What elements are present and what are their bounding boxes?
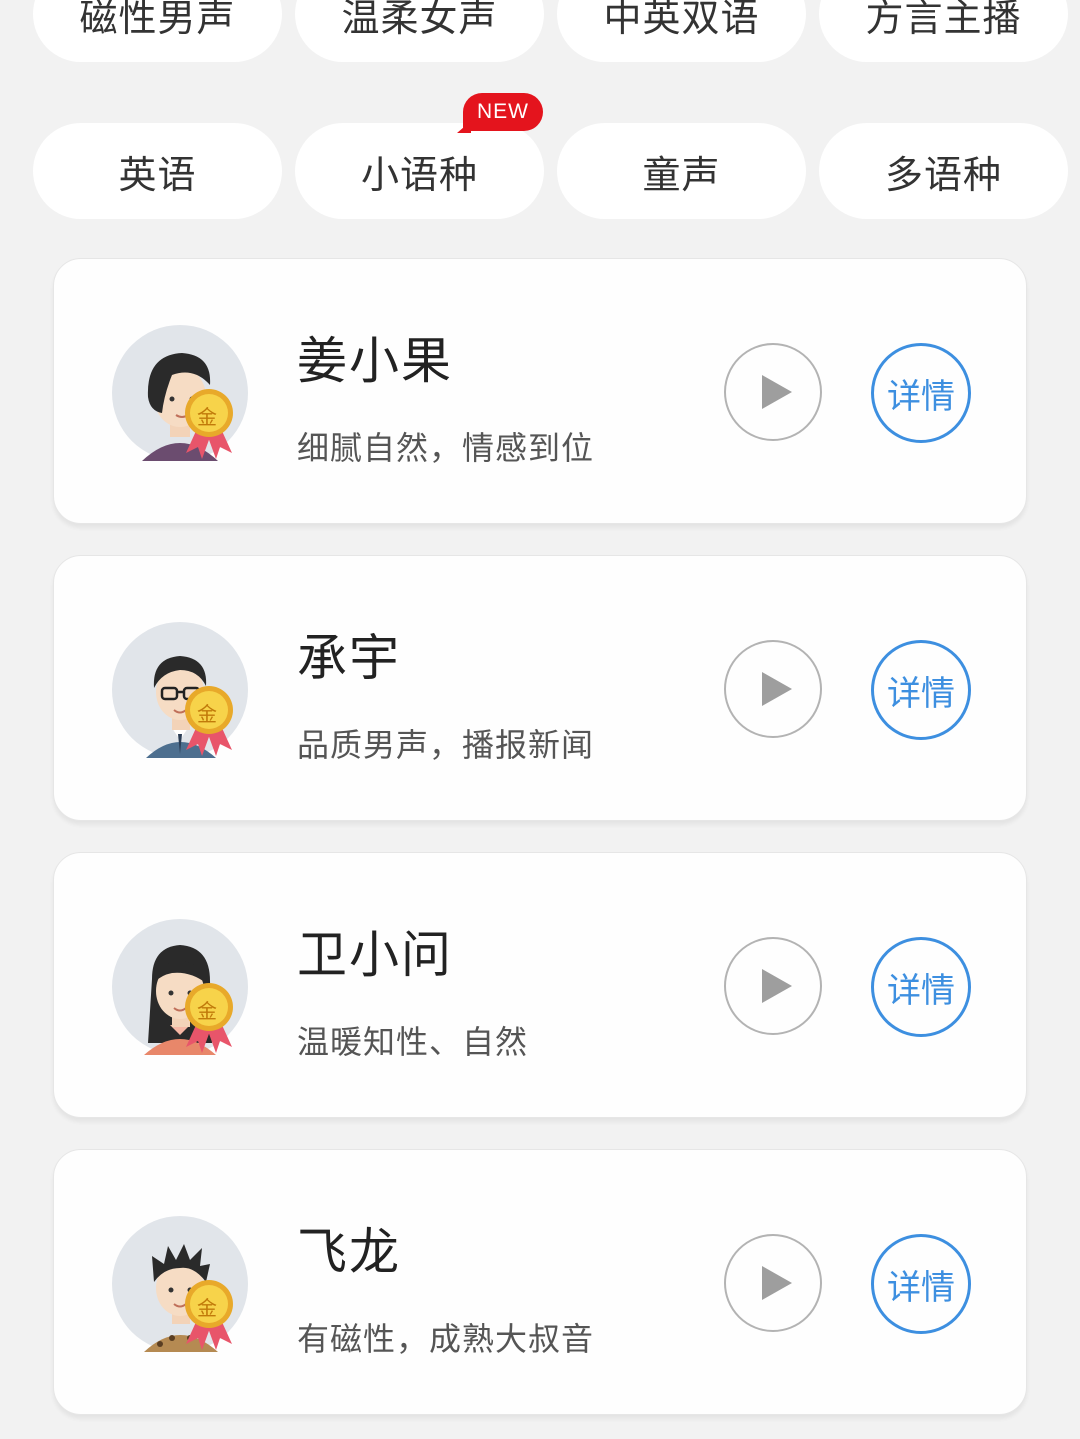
category-row-2: 英语 小语种 NEW 童声 多语种 bbox=[33, 93, 1068, 219]
voice-name: 飞龙 bbox=[297, 1223, 401, 1281]
voice-description: 温暖知性、自然 bbox=[297, 1023, 529, 1061]
voice-description: 有磁性，成熟大叔音 bbox=[297, 1320, 595, 1358]
voice-card[interactable]: 金 卫小问 温暖知性、自然 详情 bbox=[53, 852, 1027, 1118]
category-chip[interactable]: 童声 bbox=[557, 123, 806, 219]
category-chip[interactable]: 方言主播 bbox=[819, 0, 1068, 62]
detail-button[interactable]: 详情 bbox=[871, 937, 971, 1037]
category-chip[interactable]: 磁性男声 bbox=[33, 0, 282, 62]
female-short-hair-avatar: 金 bbox=[112, 325, 248, 461]
voice-card[interactable]: 金 承宇 品质男声，播报新闻 详情 bbox=[53, 555, 1027, 821]
play-icon bbox=[762, 375, 792, 409]
voice-name: 卫小问 bbox=[297, 926, 453, 984]
play-icon bbox=[762, 1266, 792, 1300]
male-spiky-hair-avatar: 金 bbox=[112, 1216, 248, 1352]
category-chip[interactable]: 温柔女声 bbox=[295, 0, 544, 62]
voice-name: 承宇 bbox=[297, 629, 401, 687]
detail-button[interactable]: 详情 bbox=[871, 1234, 971, 1334]
category-chip[interactable]: 英语 bbox=[33, 123, 282, 219]
female-long-hair-avatar: 金 bbox=[112, 919, 248, 1055]
male-glasses-avatar: 金 bbox=[112, 622, 248, 758]
category-chip[interactable]: 小语种 NEW bbox=[295, 93, 544, 219]
voice-description: 细腻自然，情感到位 bbox=[297, 429, 595, 467]
category-row-1: 磁性男声 温柔女声 中英双语 方言主播 bbox=[33, 0, 1068, 62]
play-icon bbox=[762, 969, 792, 1003]
gold-medal-text: 金 bbox=[197, 999, 217, 1023]
gold-medal-text: 金 bbox=[197, 702, 217, 726]
play-button[interactable] bbox=[724, 937, 822, 1035]
play-icon bbox=[762, 672, 792, 706]
play-button[interactable] bbox=[724, 1234, 822, 1332]
play-button[interactable] bbox=[724, 640, 822, 738]
category-chip-label: 小语种 bbox=[360, 152, 478, 197]
category-chip[interactable]: 中英双语 bbox=[557, 0, 806, 62]
voice-description: 品质男声，播报新闻 bbox=[297, 726, 595, 764]
new-badge: NEW bbox=[457, 93, 543, 133]
play-button[interactable] bbox=[724, 343, 822, 441]
detail-button[interactable]: 详情 bbox=[871, 640, 971, 740]
voice-card[interactable]: 金 飞龙 有磁性，成熟大叔音 详情 bbox=[53, 1149, 1027, 1415]
gold-medal-text: 金 bbox=[197, 405, 217, 429]
category-chip[interactable]: 多语种 bbox=[819, 123, 1068, 219]
gold-medal-text: 金 bbox=[197, 1296, 217, 1320]
voice-name: 姜小果 bbox=[297, 332, 453, 390]
detail-button[interactable]: 详情 bbox=[871, 343, 971, 443]
voice-card[interactable]: 金 姜小果 细腻自然，情感到位 详情 bbox=[53, 258, 1027, 524]
